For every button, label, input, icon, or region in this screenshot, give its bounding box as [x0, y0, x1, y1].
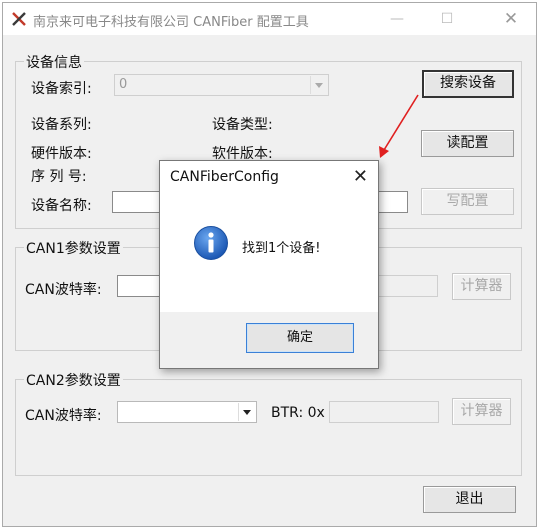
device-name-label: 设备名称: [31, 198, 92, 214]
window-title: 南京来可电子科技有限公司 CANFiber 配置工具 [33, 15, 309, 30]
dialog-title: CANFiberConfig [170, 169, 279, 185]
can2-btr-label: BTR: 0x [271, 405, 325, 421]
can1-baud-label: CAN波特率: [25, 282, 102, 298]
minimize-button[interactable]: — [375, 3, 419, 35]
search-device-button[interactable]: 搜索设备 [422, 70, 514, 98]
read-config-button[interactable]: 读配置 [421, 130, 514, 157]
chevron-down-icon[interactable] [238, 403, 255, 421]
can2-baud-select[interactable] [117, 401, 257, 423]
app-icon [12, 12, 26, 26]
device-index-label: 设备索引: [31, 81, 92, 97]
can1-btr-field[interactable] [375, 275, 438, 297]
can2-btr-field[interactable] [329, 401, 439, 423]
maximize-button[interactable]: ☐ [425, 3, 469, 35]
dialog-footer: 确定 [160, 312, 378, 368]
hw-version-label: 硬件版本: [31, 146, 92, 162]
can2-calculator-button[interactable]: 计算器 [452, 398, 511, 425]
can2-baud-label: CAN波特率: [25, 408, 102, 424]
device-index-select[interactable]: 0 [114, 74, 329, 96]
found-device-dialog: CANFiberConfig ✕ 找到1个设备! 确定 [159, 160, 379, 369]
info-icon [194, 226, 228, 260]
can2-group: CAN2参数设置 [15, 370, 522, 476]
exit-button[interactable]: 退出 [423, 486, 516, 513]
can1-calculator-button[interactable]: 计算器 [452, 273, 511, 300]
title-bar: 南京来可电子科技有限公司 CANFiber 配置工具 — ☐ ✕ [3, 3, 536, 35]
ok-button[interactable]: 确定 [246, 323, 354, 353]
serial-number-label: 序 列 号: [31, 169, 87, 185]
can2-title: CAN2参数设置 [24, 370, 123, 390]
chevron-down-icon[interactable] [310, 76, 327, 94]
can1-title: CAN1参数设置 [24, 238, 123, 258]
dialog-message: 找到1个设备! [242, 241, 321, 256]
device-series-label: 设备系列: [31, 117, 92, 133]
device-info-title: 设备信息 [24, 52, 84, 72]
device-type-label: 设备类型: [212, 117, 273, 133]
write-config-button[interactable]: 写配置 [421, 188, 514, 215]
device-index-value: 0 [119, 77, 128, 92]
dialog-close-button[interactable]: ✕ [353, 166, 368, 187]
close-button[interactable]: ✕ [489, 3, 533, 35]
